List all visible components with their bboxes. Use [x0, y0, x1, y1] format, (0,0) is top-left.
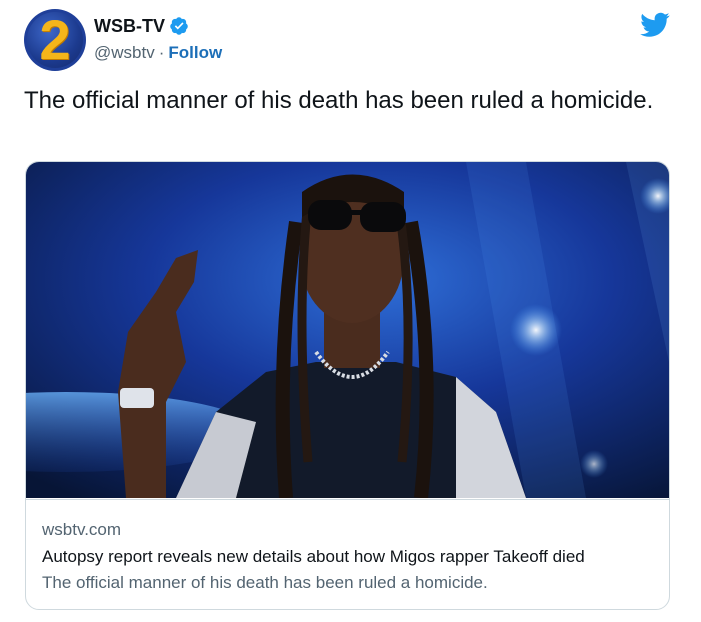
twitter-bird-icon[interactable] [640, 12, 670, 38]
separator-dot: · [158, 43, 165, 62]
embedded-tweet: 2 WSB-TV @wsbtv · Follow The official ma… [0, 0, 701, 622]
card-photo [26, 162, 669, 498]
card-domain: wsbtv.com [42, 520, 122, 539]
account-handle[interactable]: @wsbtv [94, 43, 155, 63]
display-name[interactable]: WSB-TV [94, 16, 165, 37]
verified-badge-icon [170, 17, 188, 35]
card-meta: wsbtv.com Autopsy report reveals new det… [26, 499, 669, 609]
follow-link[interactable]: Follow [168, 43, 222, 63]
avatar-channel-number: 2 [39, 9, 71, 71]
avatar[interactable]: 2 [24, 9, 86, 71]
link-preview-card[interactable]: wsbtv.com Autopsy report reveals new det… [25, 161, 670, 610]
account-handle-row: @wsbtv · Follow [94, 42, 222, 64]
card-title[interactable]: Autopsy report reveals new details about… [42, 547, 585, 567]
tweet-text: The official manner of his death has bee… [24, 87, 654, 114]
card-description: The official manner of his death has bee… [42, 573, 488, 592]
account-name-row: WSB-TV [94, 14, 189, 38]
